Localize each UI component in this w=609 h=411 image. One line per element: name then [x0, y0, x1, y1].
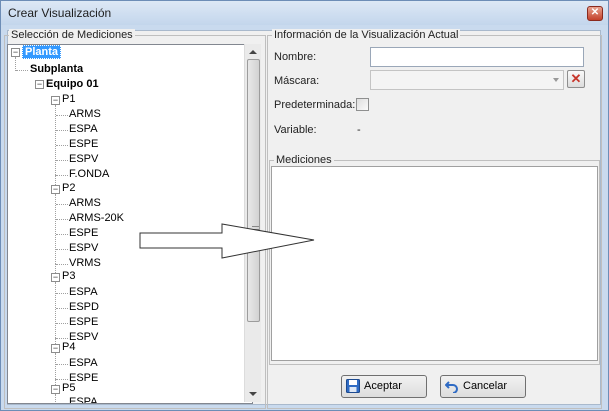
collapse-icon[interactable]: −: [51, 96, 60, 105]
variable-value: -: [357, 124, 361, 136]
aceptar-label: Aceptar: [364, 380, 402, 392]
tree-leaf[interactable]: ESPE: [69, 227, 98, 240]
info-group-legend: Información de la Visualización Actual: [272, 29, 461, 41]
clear-mask-button[interactable]: ✕: [567, 70, 585, 88]
variable-label: Variable:: [274, 124, 317, 136]
tree-leaf[interactable]: ESPV: [69, 153, 98, 166]
selection-group-legend: Selección de Mediciones: [9, 29, 135, 41]
tree-node-p4[interactable]: P4: [62, 341, 75, 354]
window-title: Crear Visualización: [8, 6, 112, 20]
scroll-down-icon[interactable]: [249, 392, 257, 396]
mediciones-group-legend: Mediciones: [274, 154, 334, 166]
tree-scrollbar[interactable]: [244, 44, 261, 402]
tree-leaf[interactable]: ESPD: [69, 301, 99, 314]
tree-leaf[interactable]: ESPA: [69, 396, 98, 403]
tree-node-subplanta[interactable]: Subplanta: [30, 63, 83, 76]
aceptar-button[interactable]: Aceptar: [341, 375, 427, 398]
collapse-icon[interactable]: −: [51, 385, 60, 394]
delete-icon: ✕: [570, 71, 582, 86]
close-button[interactable]: ✕: [587, 6, 603, 21]
title-bar: Crear Visualización ✕: [1, 1, 608, 25]
collapse-icon[interactable]: −: [51, 273, 60, 282]
tree-leaf[interactable]: ESPA: [69, 357, 98, 370]
collapse-icon[interactable]: −: [51, 344, 60, 353]
cancelar-label: Cancelar: [463, 380, 508, 392]
scroll-thumb[interactable]: [247, 59, 260, 322]
tree-leaf[interactable]: ESPE: [69, 316, 98, 329]
nombre-label: Nombre:: [274, 51, 317, 63]
tree-node-p5[interactable]: P5: [62, 382, 75, 395]
tree-node-planta[interactable]: Planta: [22, 45, 62, 59]
undo-icon: [445, 381, 458, 393]
tree-leaf[interactable]: VRMS: [69, 257, 101, 270]
mascara-select[interactable]: [370, 70, 564, 90]
cancelar-button[interactable]: Cancelar: [440, 375, 526, 398]
tree-leaf[interactable]: F.ONDA: [69, 168, 109, 181]
predeterminada-label: Predeterminada:: [274, 99, 356, 111]
tree-node-p3[interactable]: P3: [62, 270, 75, 283]
chevron-down-icon: [553, 78, 559, 82]
tree-leaf[interactable]: ARMS: [69, 197, 101, 210]
mediciones-list[interactable]: [271, 166, 598, 361]
tree-leaf[interactable]: ESPE: [69, 138, 98, 151]
measurement-tree[interactable]: − Planta Subplanta − Equipo 01 − P1 ARMS…: [7, 44, 253, 404]
tree-node-p1[interactable]: P1: [62, 93, 75, 106]
save-icon: [346, 379, 360, 393]
collapse-icon[interactable]: −: [35, 80, 44, 89]
tree-leaf[interactable]: ARMS: [69, 108, 101, 121]
collapse-icon[interactable]: −: [51, 185, 60, 194]
tree-leaf[interactable]: ESPV: [69, 242, 98, 255]
tree-leaf[interactable]: ARMS-20K: [69, 212, 124, 225]
collapse-icon[interactable]: −: [11, 48, 20, 57]
tree-node-equipo[interactable]: Equipo 01: [46, 78, 99, 91]
nombre-input[interactable]: [370, 47, 584, 67]
tree-leaf[interactable]: ESPA: [69, 286, 98, 299]
predeterminada-checkbox[interactable]: [356, 98, 369, 111]
tree-leaf[interactable]: ESPA: [69, 123, 98, 136]
scroll-up-icon[interactable]: [249, 50, 257, 54]
mascara-label: Máscara:: [274, 75, 320, 87]
tree-node-p2[interactable]: P2: [62, 182, 75, 195]
